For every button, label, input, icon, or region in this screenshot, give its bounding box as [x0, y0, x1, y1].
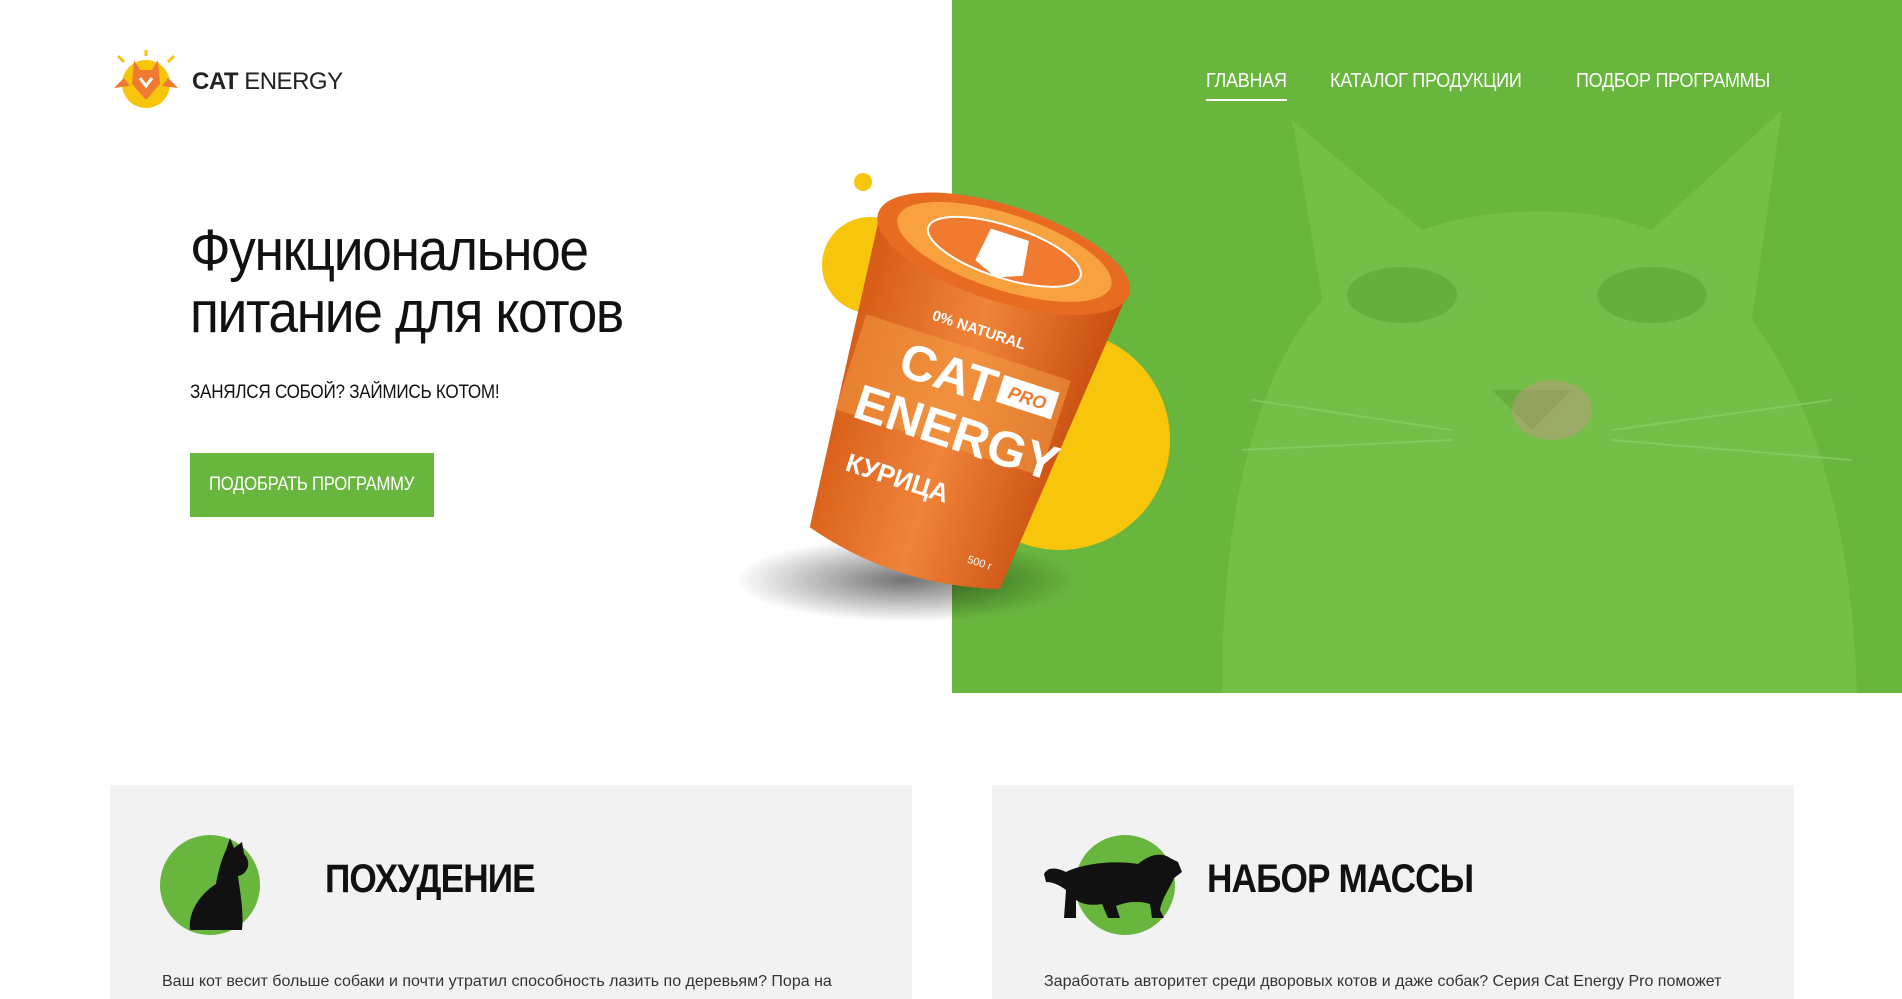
cat-hero-logo-icon: [114, 50, 178, 108]
main-nav: ГЛАВНАЯ КАТАЛОГ ПРОДУКЦИИ ПОДБОР ПРОГРАМ…: [1205, 70, 1792, 101]
card-title-weight-loss: ПОХУДЕНИЕ: [325, 857, 536, 901]
nav-item-home[interactable]: ГЛАВНАЯ: [1205, 70, 1287, 101]
brand-logo[interactable]: CAT ENERGY: [110, 48, 343, 116]
card-title-mass-gain: НАБОР МАССЫ: [1207, 857, 1474, 901]
nav-item-catalog[interactable]: КАТАЛОГ ПРОДУКЦИИ: [1330, 70, 1522, 101]
pick-program-button[interactable]: ПОДОБРАТЬ ПРОГРАММУ: [190, 453, 434, 517]
brand-name-bold: CAT: [192, 68, 239, 95]
sitting-cat-icon: [160, 835, 260, 935]
pick-program-label: ПОДОБРАТЬ ПРОГРАММУ: [209, 474, 415, 495]
card-text-weight-loss: Ваш кот весит больше собаки и почти утра…: [162, 973, 832, 990]
hero-title: Функциональное питание для котов: [190, 218, 624, 345]
program-card-mass-gain[interactable]: НАБОР МАССЫ Заработать авторитет среди д…: [992, 785, 1794, 999]
card-text-mass-gain: Заработать авторитет среди дворовых кото…: [1044, 973, 1722, 990]
product-jar-image: 0% NATURAL CAT ENERGY PRO КУРИЦА 500 г: [735, 173, 1170, 622]
hero-subtitle: ЗАНЯЛСЯ СОБОЙ? ЗАЙМИСЬ КОТОМ!: [190, 382, 500, 403]
hero-section: CAT ENERGY ГЛАВНАЯ КАТАЛОГ ПРОДУКЦИИ ПОД…: [0, 0, 1902, 693]
program-card-weight-loss[interactable]: ПОХУДЕНИЕ Ваш кот весит больше собаки и …: [110, 785, 912, 999]
nav-item-program[interactable]: ПОДБОР ПРОГРАММЫ: [1576, 70, 1770, 101]
brand-name-light: ENERGY: [244, 68, 343, 95]
panther-icon: [1044, 835, 1182, 935]
